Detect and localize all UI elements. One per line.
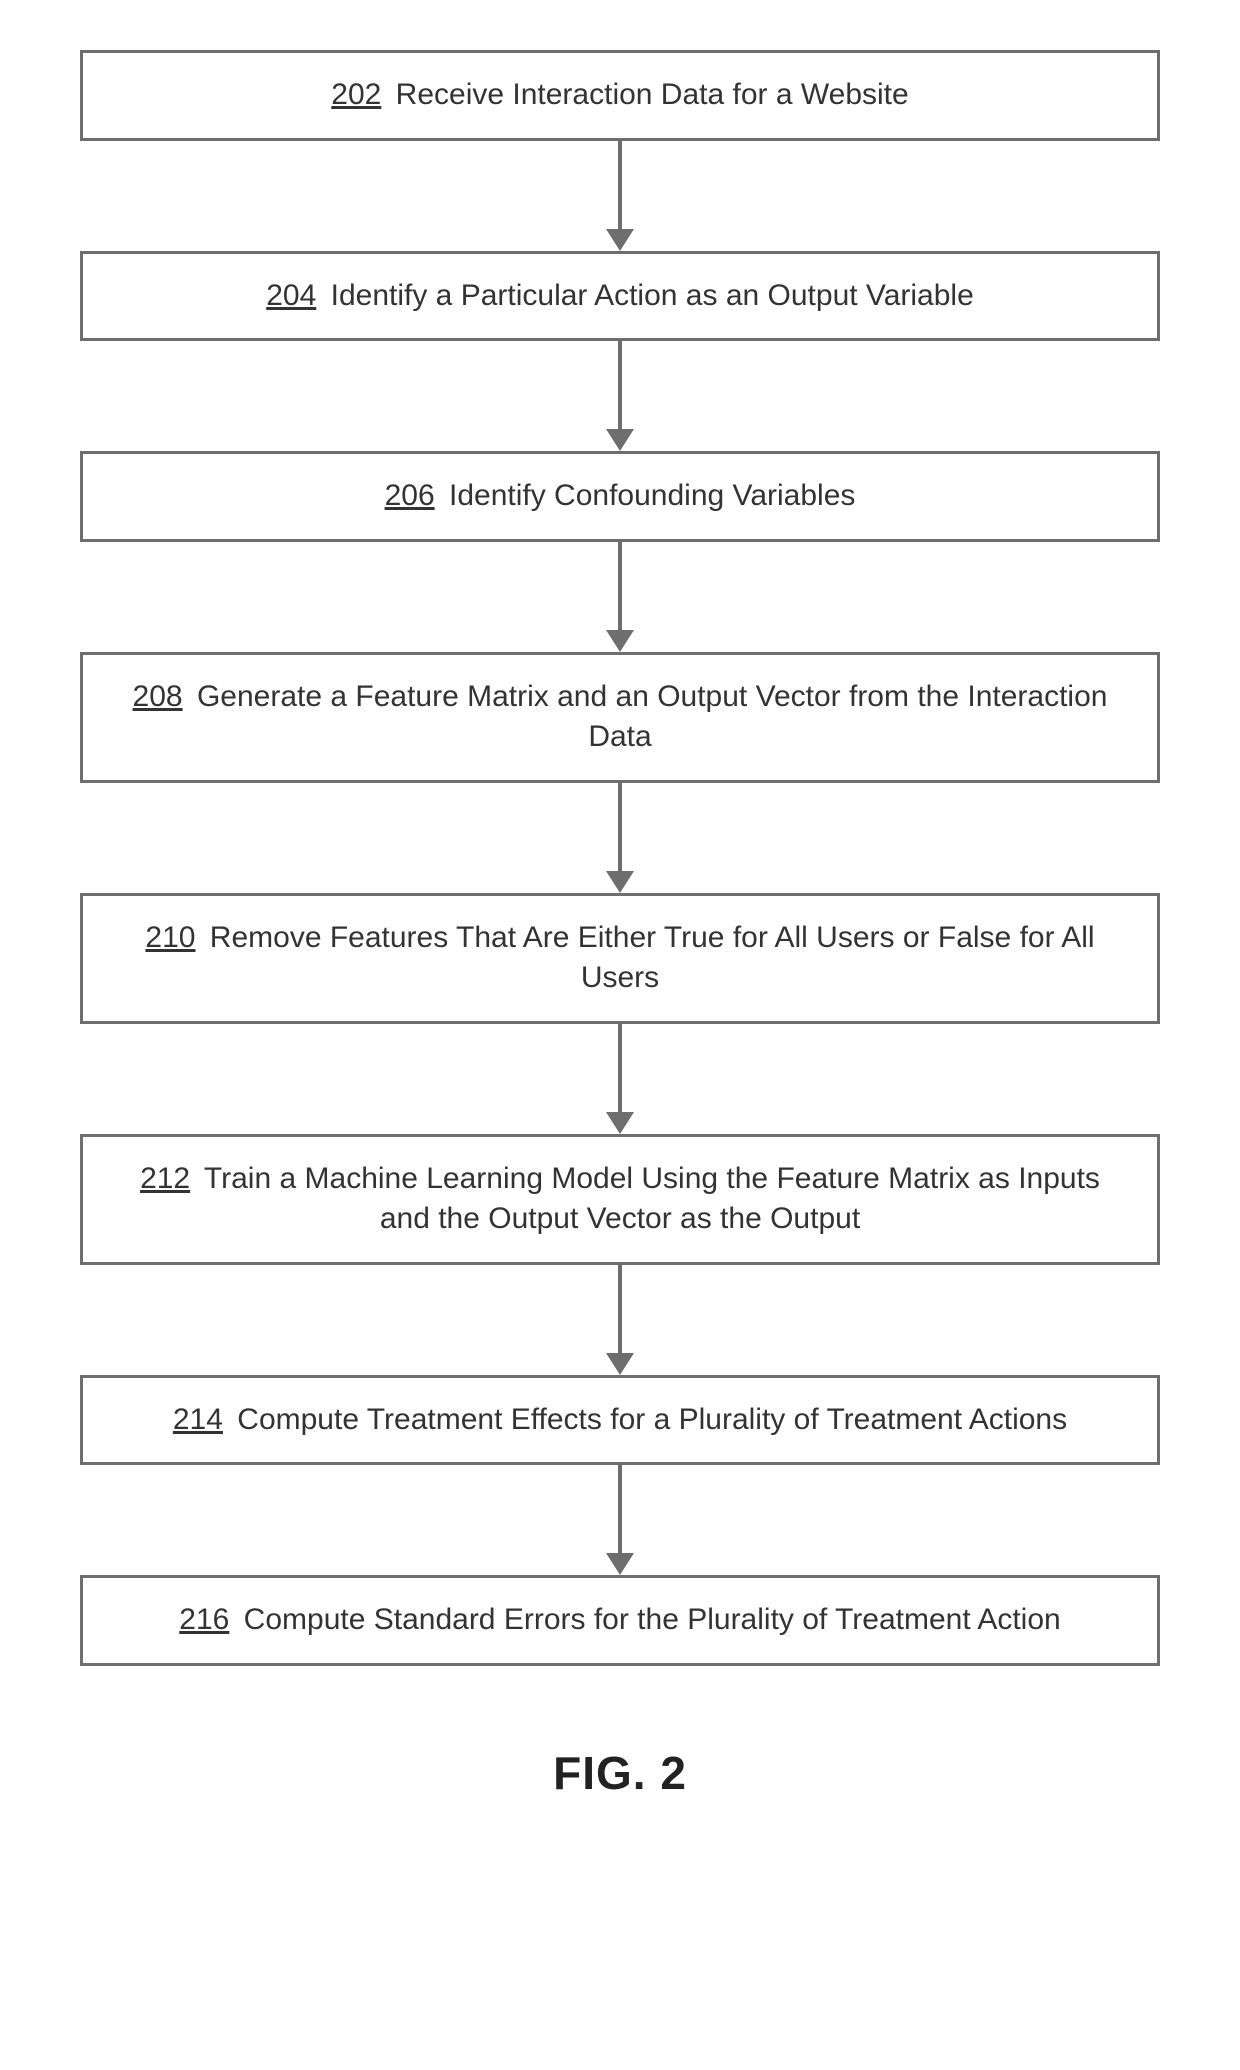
step-box: 206 Identify Confounding Variables [80, 451, 1160, 542]
arrow-down-icon [606, 341, 634, 451]
step-number: 210 [145, 921, 195, 954]
arrow-down-icon [606, 542, 634, 652]
step-box: 216 Compute Standard Errors for the Plur… [80, 1575, 1160, 1666]
step-box: 212 Train a Machine Learning Model Using… [80, 1134, 1160, 1265]
step-number: 216 [179, 1603, 229, 1636]
arrow-down-icon [606, 141, 634, 251]
step-box: 210 Remove Features That Are Either True… [80, 893, 1160, 1024]
step-box: 202 Receive Interaction Data for a Websi… [80, 50, 1160, 141]
step-text: Generate a Feature Matrix and an Output … [197, 680, 1108, 754]
step-number: 206 [385, 479, 435, 512]
step-number: 214 [173, 1403, 223, 1436]
step-text: Train a Machine Learning Model Using the… [204, 1162, 1100, 1236]
step-box: 214 Compute Treatment Effects for a Plur… [80, 1375, 1160, 1466]
step-text: Compute Standard Errors for the Pluralit… [244, 1603, 1061, 1636]
step-number: 202 [331, 78, 381, 111]
step-number: 204 [266, 279, 316, 312]
step-box: 208 Generate a Feature Matrix and an Out… [80, 652, 1160, 783]
step-box: 204 Identify a Particular Action as an O… [80, 251, 1160, 342]
step-number: 208 [133, 680, 183, 713]
arrow-down-icon [606, 1265, 634, 1375]
arrow-down-icon [606, 1024, 634, 1134]
step-text: Compute Treatment Effects for a Pluralit… [237, 1403, 1067, 1436]
step-text: Identify Confounding Variables [449, 479, 855, 512]
arrow-down-icon [606, 783, 634, 893]
step-text: Identify a Particular Action as an Outpu… [331, 279, 974, 312]
figure-caption: FIG. 2 [553, 1746, 687, 1800]
step-text: Remove Features That Are Either True for… [210, 921, 1095, 995]
arrow-down-icon [606, 1465, 634, 1575]
step-text: Receive Interaction Data for a Website [396, 78, 909, 111]
step-number: 212 [140, 1162, 190, 1195]
flowchart: 202 Receive Interaction Data for a Websi… [0, 0, 1240, 1840]
